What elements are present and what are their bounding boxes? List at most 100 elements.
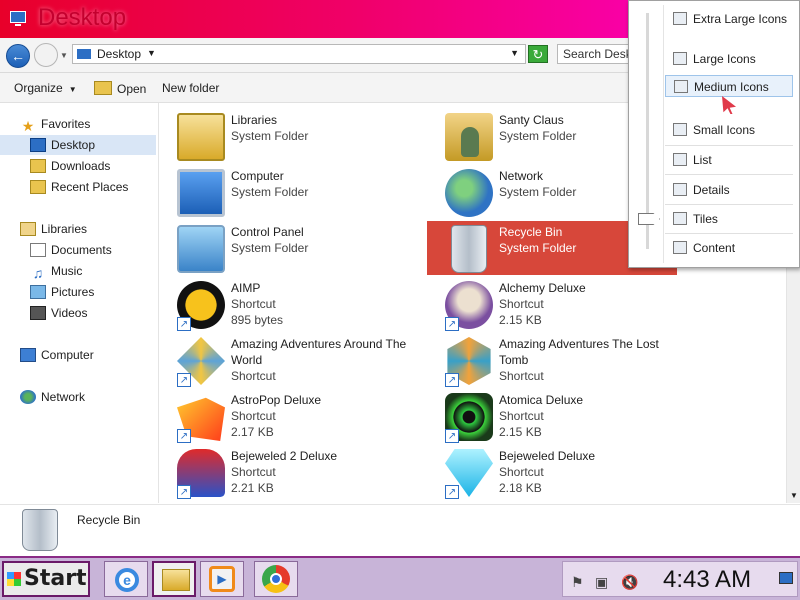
nav-videos[interactable]: Videos (30, 303, 87, 323)
item-name: AstroPop Deluxe (231, 393, 322, 407)
clock[interactable]: 4:43 AM (663, 566, 751, 594)
system-tray: ⚑ ▣ 🔇 4:43 AM (562, 561, 798, 597)
item-size: 2.18 KB (499, 481, 542, 495)
recent-places-icon (30, 180, 46, 194)
nav-pictures[interactable]: Pictures (30, 282, 94, 302)
item-size: 2.21 KB (231, 481, 274, 495)
item-type: Shortcut (499, 297, 544, 311)
nav-recent-places[interactable]: Recent Places (30, 177, 128, 197)
forward-button[interactable] (34, 43, 58, 67)
list-item[interactable]: ↗ AIMP Shortcut 895 bytes (159, 277, 409, 331)
list-item[interactable]: ↗ Bejeweled 2 Deluxe Shortcut 2.21 KB (159, 445, 409, 499)
menu-separator (665, 145, 793, 146)
organize-button[interactable]: Organize ▼ (14, 81, 77, 95)
medium-icons-icon (674, 80, 688, 93)
item-type: System Folder (231, 129, 309, 143)
volume-muted-icon[interactable]: 🔇 (621, 574, 638, 591)
desktop-icon (10, 11, 26, 26)
breadcrumb-arrow-icon[interactable]: ▼ (147, 48, 156, 58)
nav-computer[interactable]: Computer (20, 345, 94, 365)
list-item[interactable]: ↗ Amazing Adventures Around The World Shor… (159, 333, 409, 387)
menu-divider (663, 5, 664, 263)
nav-network[interactable]: Network (20, 387, 85, 407)
nav-label: Music (51, 264, 83, 278)
item-type: System Folder (231, 185, 309, 199)
documents-icon (30, 243, 46, 257)
nav-label: Desktop (51, 138, 96, 152)
menu-item-details[interactable]: Details (665, 179, 793, 201)
extra-large-icons-icon (673, 12, 687, 25)
open-button[interactable]: Open (94, 81, 146, 96)
menu-item-tiles[interactable]: Tiles (665, 208, 793, 230)
menu-item-list[interactable]: List (665, 149, 793, 171)
recent-pages-dropdown[interactable]: ▼ (60, 51, 68, 60)
start-button[interactable]: Start (2, 561, 90, 597)
action-center-flag-icon[interactable]: ⚑ (571, 574, 584, 591)
tiles-view-icon (673, 212, 687, 225)
internet-explorer-icon: e (115, 568, 139, 592)
nav-music[interactable]: ♫ Music (30, 261, 83, 281)
desktop-icon (30, 138, 46, 152)
item-name: Bejeweled 2 Deluxe (231, 449, 338, 463)
list-item[interactable]: Computer System Folder (159, 165, 409, 219)
list-item[interactable]: ↗ AstroPop Deluxe Shortcut 2.17 KB (159, 389, 409, 443)
menu-item-label: Tiles (693, 212, 718, 226)
list-item[interactable]: Libraries System Folder (159, 109, 409, 163)
media-player-icon: ▶ (209, 566, 235, 592)
nav-libraries[interactable]: Libraries (20, 219, 87, 239)
list-item[interactable]: ↗ Alchemy Deluxe Shortcut 2.15 KB (427, 277, 677, 331)
list-view-icon (673, 153, 687, 166)
new-folder-button[interactable]: New folder (162, 81, 219, 95)
item-name: Amazing Adventures The Lost (499, 337, 659, 351)
computer-icon (177, 169, 225, 217)
shortcut-arrow-icon: ↗ (445, 429, 459, 443)
view-menu: Extra Large Icons Large Icons Medium Ico… (628, 0, 800, 268)
address-history-dropdown[interactable]: ▼ (510, 48, 519, 58)
taskbar-explorer[interactable] (152, 561, 196, 597)
item-name-line2: Tomb (499, 353, 529, 367)
scroll-down-button[interactable]: ▼ (787, 489, 800, 503)
menu-item-content[interactable]: Content (665, 237, 793, 259)
recycle-bin-icon (22, 509, 58, 551)
network-status-icon[interactable]: ▣ (595, 574, 608, 591)
nav-documents[interactable]: Documents (30, 240, 112, 260)
list-item[interactable]: Control Panel System Folder (159, 221, 409, 275)
star-icon: ★ (21, 118, 35, 134)
item-name-line2: World (231, 353, 263, 367)
chrome-icon (262, 565, 290, 593)
refresh-button[interactable]: ↻ (528, 45, 548, 63)
nav-label: Favorites (41, 117, 91, 131)
view-slider-thumb[interactable] (638, 213, 660, 225)
shortcut-arrow-icon: ↗ (445, 317, 459, 331)
list-item[interactable]: ↗ Atomica Deluxe Shortcut 2.15 KB (427, 389, 677, 443)
menu-item-medium-icons[interactable]: Medium Icons (665, 75, 793, 97)
list-item[interactable]: ↗ Bejeweled Deluxe Shortcut 2.18 KB (427, 445, 677, 499)
window-title: Desktop (38, 4, 127, 31)
nav-label: Libraries (41, 222, 88, 236)
menu-item-extra-large-icons[interactable]: Extra Large Icons (665, 8, 793, 30)
taskbar-internet-explorer[interactable]: e (104, 561, 148, 597)
menu-separator (665, 174, 793, 175)
control-panel-icon (177, 225, 225, 273)
nav-desktop[interactable]: Desktop (0, 135, 156, 155)
pictures-icon (30, 285, 46, 299)
item-type: Shortcut (231, 369, 276, 383)
show-desktop-icon[interactable] (779, 572, 793, 584)
item-type: Shortcut (231, 465, 276, 479)
address-location[interactable]: Desktop (97, 47, 141, 61)
taskbar-media-player[interactable]: ▶ (200, 561, 244, 597)
taskbar-chrome[interactable] (254, 561, 298, 597)
item-type: Shortcut (231, 297, 276, 311)
nav-label: Downloads (51, 159, 111, 173)
list-item[interactable]: ↗ Amazing Adventures The Lost Tomb Shortcu… (427, 333, 677, 387)
menu-item-large-icons[interactable]: Large Icons (665, 48, 793, 70)
libraries-icon (20, 222, 36, 236)
details-item-name: Recycle Bin (77, 513, 141, 527)
menu-item-small-icons[interactable]: Small Icons (665, 119, 793, 141)
address-bar[interactable]: Desktop ▼ ▼ (72, 44, 526, 64)
nav-favorites[interactable]: ★ Favorites (20, 114, 91, 134)
back-button[interactable]: ← (6, 44, 30, 68)
shortcut-arrow-icon: ↗ (177, 429, 191, 443)
nav-label: Documents (51, 243, 112, 257)
nav-downloads[interactable]: Downloads (30, 156, 110, 176)
